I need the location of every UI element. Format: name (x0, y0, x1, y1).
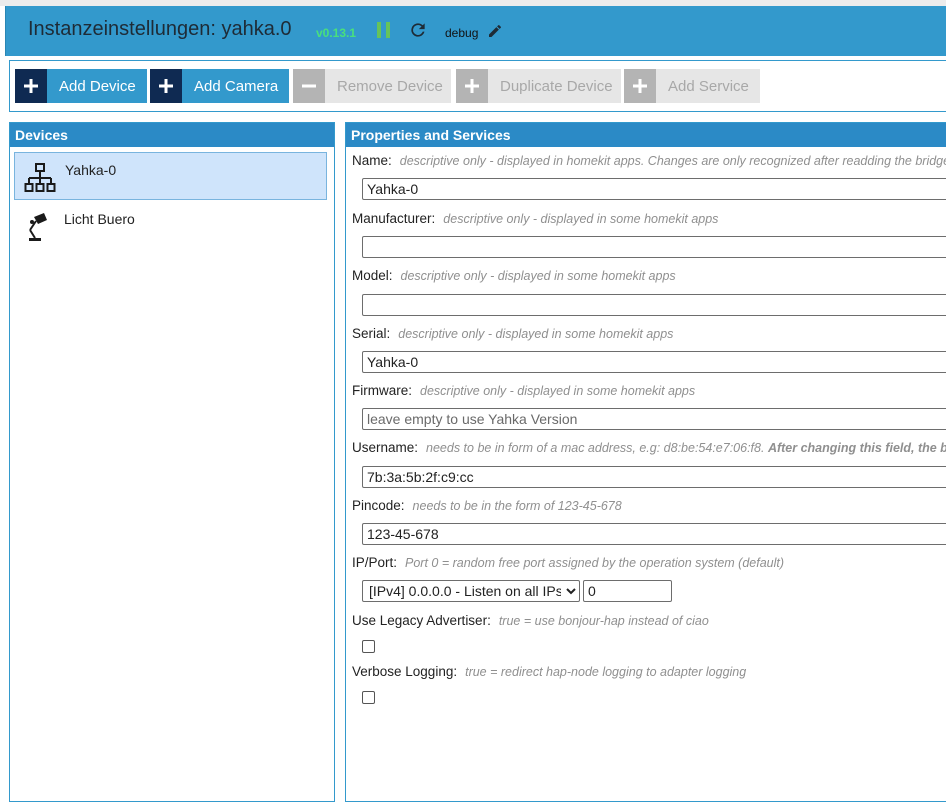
app-header: Instanzeinstellungen: yahka.0 v0.13.1 de… (5, 6, 946, 56)
remove-device-label: Remove Device (337, 77, 443, 95)
reload-icon[interactable] (408, 20, 428, 40)
serial-input[interactable] (362, 351, 946, 373)
serial-label: Serial: (352, 326, 391, 341)
log-level-label: debug (445, 26, 479, 40)
legacy-advertiser-hint: true = use bonjour-hap instead of ciao (498, 614, 709, 628)
minus-icon (293, 69, 325, 103)
remove-device-button[interactable]: Remove Device (293, 69, 451, 103)
firmware-label: Firmware: (352, 383, 412, 398)
toolbar: Add Device Add Camera Remove Device Dupl… (9, 60, 946, 112)
manufacturer-row: Manufacturer: descriptive only - displaye… (352, 211, 718, 226)
page-title: Instanzeinstellungen: yahka.0 (28, 18, 292, 40)
firmware-row: Firmware: descriptive only - displayed in… (352, 383, 695, 398)
legacy-advertiser-label: Use Legacy Advertiser: (352, 613, 491, 628)
ipport-row: IP/Port: Port 0 = random free port assign… (352, 555, 784, 570)
manufacturer-input[interactable] (362, 236, 946, 258)
add-service-button[interactable]: Add Service (624, 69, 760, 103)
manufacturer-hint: descriptive only - displayed in some hom… (443, 212, 719, 226)
name-label: Name: (352, 153, 392, 168)
device-item-yahka-0[interactable]: Yahka-0 (14, 152, 327, 200)
add-device-button[interactable]: Add Device (15, 69, 147, 103)
username-hint-text: needs to be in form of a mac address, e.… (426, 441, 765, 455)
ip-address-select[interactable]: [IPv4] 0.0.0.0 - Listen on all IPs (362, 580, 580, 602)
verbose-logging-row: Verbose Logging: true = redirect hap-node… (352, 664, 746, 679)
firmware-hint: descriptive only - displayed in some hom… (420, 384, 696, 398)
manufacturer-label: Manufacturer: (352, 211, 436, 226)
username-row: Username: needs to be in form of a mac ad… (352, 440, 946, 455)
plus-icon (150, 69, 182, 103)
name-input[interactable] (362, 178, 946, 200)
add-device-label: Add Device (59, 77, 136, 95)
properties-panel-title: Properties and Services (346, 123, 946, 147)
plus-icon (456, 69, 488, 103)
add-service-label: Add Service (668, 77, 749, 95)
name-row: Name: descriptive only - displayed in hom… (352, 153, 946, 168)
verbose-logging-hint: true = redirect hap-node logging to adap… (465, 665, 747, 679)
add-camera-label: Add Camera (194, 77, 279, 95)
firmware-input[interactable] (362, 408, 946, 430)
ipport-hint: Port 0 = random free port assigned by th… (405, 556, 785, 570)
username-label: Username: (352, 440, 419, 455)
pincode-hint: needs to be in the form of 123-45-678 (412, 499, 622, 513)
device-label: Yahka-0 (65, 162, 117, 178)
duplicate-device-button[interactable]: Duplicate Device (456, 69, 621, 103)
port-input[interactable] (583, 580, 672, 602)
properties-panel: Properties and Services Name: descriptive… (345, 122, 946, 802)
bridge-hierarchy-icon (24, 162, 56, 194)
model-hint: descriptive only - displayed in some hom… (400, 269, 676, 283)
edit-pencil-icon[interactable] (487, 23, 503, 39)
devices-panel: Devices Yahka-0 Licht Buero (9, 122, 335, 802)
add-camera-button[interactable]: Add Camera (150, 69, 289, 103)
plus-icon (15, 69, 47, 103)
pincode-input[interactable] (362, 523, 946, 545)
verbose-logging-checkbox[interactable] (362, 691, 375, 704)
device-label: Licht Buero (64, 211, 135, 227)
model-label: Model: (352, 268, 393, 283)
verbose-logging-label: Verbose Logging: (352, 664, 458, 679)
devices-panel-title: Devices (10, 123, 334, 147)
serial-hint: descriptive only - displayed in some hom… (398, 327, 674, 341)
version-badge: v0.13.1 (316, 26, 357, 40)
legacy-advertiser-checkbox[interactable] (362, 640, 375, 653)
ipport-label: IP/Port: (352, 555, 398, 570)
name-hint: descriptive only - displayed in homekit … (399, 154, 946, 168)
username-input[interactable] (362, 466, 946, 488)
pause-icon[interactable] (377, 22, 391, 38)
model-row: Model: descriptive only - displayed in so… (352, 268, 676, 283)
pincode-label: Pincode: (352, 498, 405, 513)
duplicate-device-label: Duplicate Device (500, 77, 613, 95)
model-input[interactable] (362, 294, 946, 316)
plus-icon (624, 69, 656, 103)
legacy-advertiser-row: Use Legacy Advertiser: true = use bonjour… (352, 613, 709, 628)
pincode-row: Pincode: needs to be in the form of 123-4… (352, 498, 622, 513)
serial-row: Serial: descriptive only - displayed in s… (352, 326, 673, 341)
device-item-licht-buero[interactable]: Licht Buero (14, 202, 327, 250)
username-hint: needs to be in form of a mac address, e.… (426, 441, 946, 455)
username-hint-warning: After changing this field, the bri (767, 441, 946, 455)
desk-lamp-icon (23, 211, 55, 243)
